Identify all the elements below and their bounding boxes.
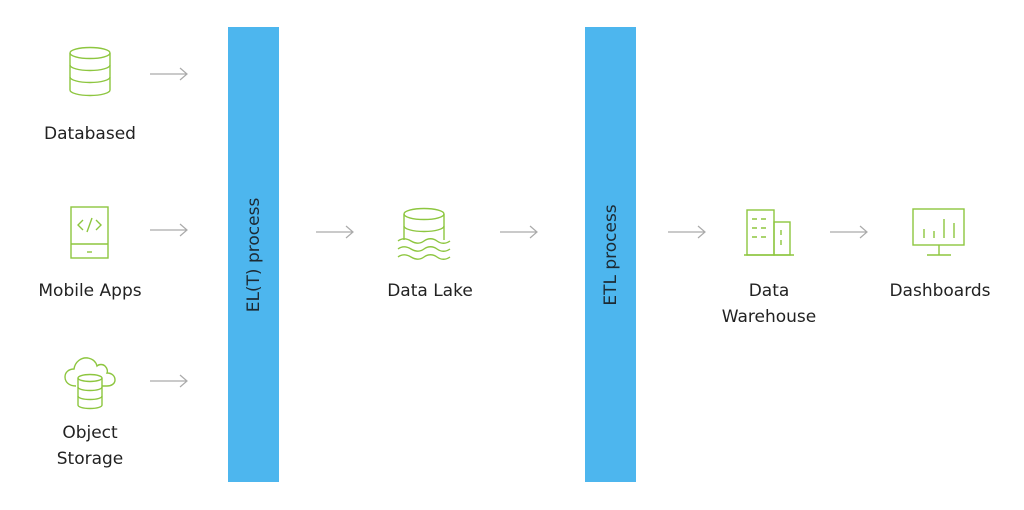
- etl-process-label: ETL process: [600, 203, 621, 306]
- etl-process-bar: ETL process: [585, 27, 636, 482]
- source-label-storage: Storage: [56, 449, 124, 469]
- arrow-icon: [150, 374, 188, 388]
- data-warehouse-label-line2: Warehouse: [721, 307, 817, 327]
- arrow-icon: [500, 225, 538, 239]
- data-lake-label: Data Lake: [387, 281, 473, 301]
- arrow-icon: [316, 225, 354, 239]
- source-label-object: Object: [62, 423, 118, 443]
- database-icon: [69, 46, 111, 97]
- arrow-icon: [150, 67, 188, 81]
- arrow-icon: [830, 225, 868, 239]
- dashboards-label: Dashboards: [889, 281, 991, 301]
- data-lake-icon: [397, 207, 451, 260]
- mobile-code-icon: [70, 206, 109, 259]
- building-icon: [744, 209, 794, 256]
- data-warehouse-label-line1: Data: [748, 281, 790, 301]
- source-label-mobile-apps: Mobile Apps: [38, 281, 142, 301]
- cloud-database-icon: [64, 357, 116, 410]
- monitor-chart-icon: [912, 208, 965, 256]
- elt-process-bar: EL(T) process: [228, 27, 279, 482]
- elt-process-label: EL(T) process: [243, 197, 264, 312]
- arrow-icon: [150, 223, 188, 237]
- source-label-databased: Databased: [44, 124, 136, 144]
- arrow-icon: [668, 225, 706, 239]
